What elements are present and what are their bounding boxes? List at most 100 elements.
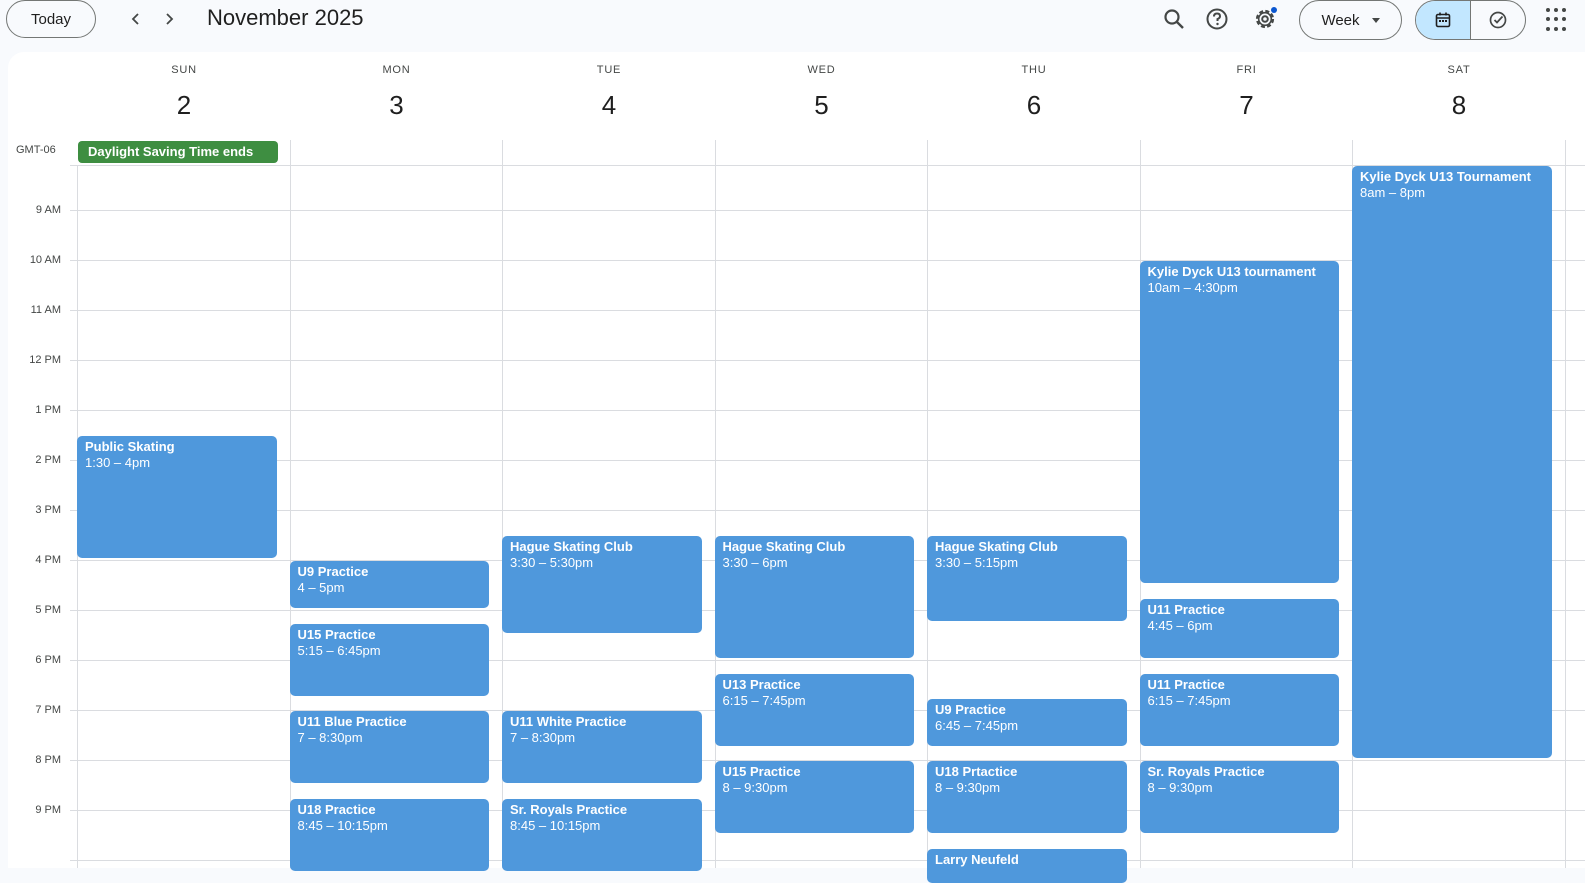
event-time: 7 – 8:30pm [510,730,694,746]
calendar-event[interactable]: U9 Practice4 – 5pm [290,561,490,608]
timezone-label: GMT-06 [16,144,56,156]
event-time: 5:15 – 6:45pm [298,643,482,659]
day-number[interactable]: 4 [503,90,715,121]
event-title: U11 Practice [1148,677,1332,693]
calendar-view-button[interactable] [1416,1,1470,39]
hour-label: 3 PM [8,504,61,516]
event-time: 4 – 5pm [298,580,482,596]
day-of-week-label: TUE [503,64,715,76]
day-of-week-label: FRI [1141,64,1353,76]
calendar-icon [1434,11,1452,29]
event-title: U9 Practice [298,564,482,580]
event-title: Hague Skating Club [935,539,1119,555]
calendar-event[interactable]: U11 White Practice7 – 8:30pm [502,711,702,783]
top-toolbar: Today November 2025 Week [0,0,1585,52]
calendar-event[interactable]: Sr. Royals Practice8:45 – 10:15pm [502,799,702,871]
event-title: U11 Practice [1148,602,1332,618]
event-time: 8 – 9:30pm [1148,780,1332,796]
hour-label: 9 PM [8,804,61,816]
day-of-week-label: WED [716,64,928,76]
search-icon[interactable] [1157,2,1191,36]
hour-label: 1 PM [8,404,61,416]
hour-label: 5 PM [8,604,61,616]
day-of-week-label: SUN [78,64,290,76]
event-title: Kylie Dyck U13 tournament [1148,264,1332,280]
calendar-event[interactable]: U11 Practice4:45 – 6pm [1140,599,1340,659]
calendar-event[interactable]: Kylie Dyck U13 Tournament8am – 8pm [1352,166,1552,758]
calendar-event[interactable]: Hague Skating Club3:30 – 5:30pm [502,536,702,633]
calendar-event[interactable]: Hague Skating Club3:30 – 6pm [715,536,915,658]
day-number[interactable]: 7 [1141,90,1353,121]
gear-icon[interactable] [1248,2,1282,36]
event-title: Larry Neufeld [935,852,1119,868]
today-button[interactable]: Today [6,0,96,38]
event-time: 3:30 – 6pm [723,555,907,571]
calendar-event[interactable]: U13 Practice6:15 – 7:45pm [715,674,915,746]
day-column-divider [715,140,716,868]
hour-label: 12 PM [8,354,61,366]
calendar-event[interactable]: U18 Practice8:45 – 10:15pm [290,799,490,871]
hour-label: 4 PM [8,554,61,566]
calendar-event[interactable]: U15 Practice5:15 – 6:45pm [290,624,490,696]
calendar-event[interactable]: U11 Practice6:15 – 7:45pm [1140,674,1340,746]
event-title: Sr. Royals Practice [1148,764,1332,780]
help-icon[interactable] [1200,2,1234,36]
chevron-right-icon[interactable] [154,4,184,34]
day-of-week-label: THU [928,64,1140,76]
calendar-event[interactable]: U15 Practice8 – 9:30pm [715,761,915,833]
chevron-left-icon[interactable] [121,4,151,34]
apps-grid-icon[interactable] [1546,8,1570,32]
event-time: 6:15 – 7:45pm [723,693,907,709]
calendar-event[interactable]: Kylie Dyck U13 tournament10am – 4:30pm [1140,261,1340,583]
hour-label: 8 PM [8,754,61,766]
view-select[interactable]: Week [1299,0,1402,40]
calendar-event[interactable]: Larry Neufeld [927,849,1127,883]
day-of-week-label: SAT [1353,64,1565,76]
event-time: 3:30 – 5:15pm [935,555,1119,571]
calendar-event[interactable]: U18 Prtactice8 – 9:30pm [927,761,1127,833]
calendar-event[interactable]: Public Skating1:30 – 4pm [77,436,277,558]
hour-label: 10 AM [8,254,61,266]
all-day-event[interactable]: Daylight Saving Time ends [78,141,278,163]
event-title: U15 Practice [723,764,907,780]
day-number[interactable]: 6 [928,90,1140,121]
event-title: Hague Skating Club [510,539,694,555]
day-of-week-label: MON [291,64,503,76]
event-time: 7 – 8:30pm [298,730,482,746]
hour-label: 9 AM [8,204,61,216]
hour-label: 7 PM [8,704,61,716]
day-number[interactable]: 2 [78,90,290,121]
week-grid: SUN 2 MON 3 TUE 4 WED 5 THU 6 FRI 7 SAT 8 GMT-06 Dayl… [8,52,1585,868]
event-title: U13 Practice [723,677,907,693]
event-time: 6:45 – 7:45pm [935,718,1119,734]
page-title: November 2025 [207,5,364,31]
event-time: 1:30 – 4pm [85,455,269,471]
caret-down-icon [1372,18,1380,23]
day-number[interactable]: 3 [291,90,503,121]
event-title: U11 White Practice [510,714,694,730]
event-title: Kylie Dyck U13 Tournament [1360,169,1544,185]
day-number[interactable]: 8 [1353,90,1565,121]
event-title: U11 Blue Practice [298,714,482,730]
day-number[interactable]: 5 [716,90,928,121]
calendar-event[interactable]: Hague Skating Club3:30 – 5:15pm [927,536,1127,621]
tasks-view-button[interactable] [1470,1,1525,39]
event-title: Hague Skating Club [723,539,907,555]
event-title: U15 Practice [298,627,482,643]
event-time: 10am – 4:30pm [1148,280,1332,296]
calendar-event[interactable]: U11 Blue Practice7 – 8:30pm [290,711,490,783]
event-title: Public Skating [85,439,269,455]
task-check-icon [1488,10,1508,30]
hour-label: 6 PM [8,654,61,666]
hour-label: 2 PM [8,454,61,466]
event-time: 8:45 – 10:15pm [298,818,482,834]
event-title: U18 Practice [298,802,482,818]
event-time: 4:45 – 6pm [1148,618,1332,634]
event-time: 6:15 – 7:45pm [1148,693,1332,709]
event-title: Sr. Royals Practice [510,802,694,818]
day-column-divider [927,140,928,868]
calendar-event[interactable]: Sr. Royals Practice8 – 9:30pm [1140,761,1340,833]
event-time: 8 – 9:30pm [723,780,907,796]
hour-label: 11 AM [8,304,61,316]
calendar-event[interactable]: U9 Practice6:45 – 7:45pm [927,699,1127,746]
